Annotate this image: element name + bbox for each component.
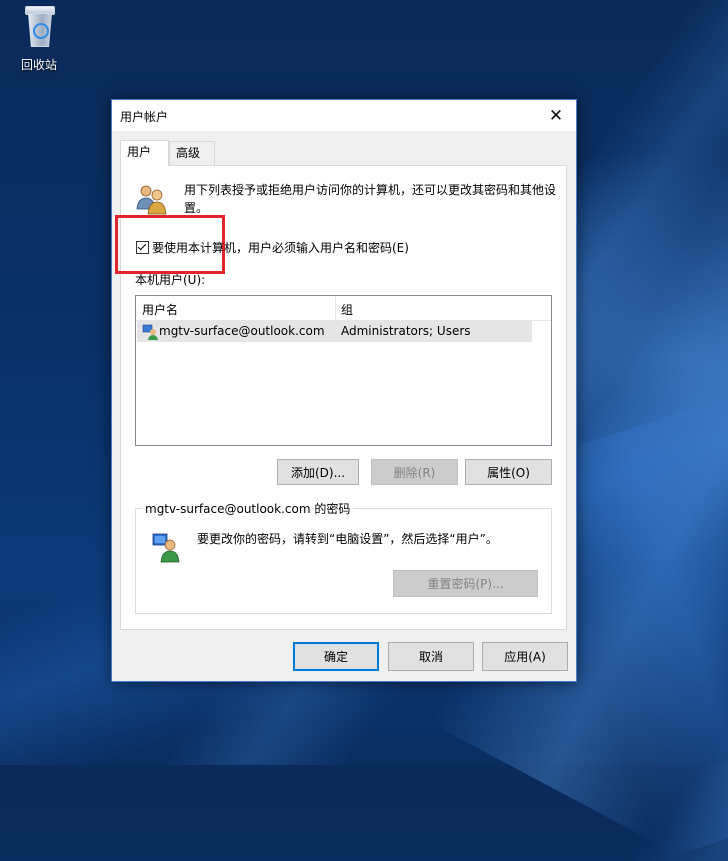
password-group-legend: mgtv-surface@outlook.com 的密码 [142, 500, 354, 517]
require-login-label[interactable]: 要使用本计算机，用户必须输入用户名和密码(E) [152, 239, 409, 256]
close-icon: ✕ [548, 105, 564, 126]
dialog-title: 用户帐户 [120, 110, 169, 124]
users-list[interactable]: 用户名 组 mgtv-surface@outlook.com Administr… [135, 295, 552, 446]
ok-button[interactable]: 确定 [293, 642, 379, 671]
user-account-icon [142, 324, 158, 340]
require-login-checkbox[interactable] [136, 241, 149, 254]
title-bar[interactable]: 用户帐户 ✕ [112, 100, 576, 131]
apply-button[interactable]: 应用(A) [482, 642, 568, 671]
users-list-label: 本机用户(U): [135, 273, 206, 287]
add-user-button[interactable]: 添加(D)... [277, 459, 359, 485]
reset-password-button[interactable]: 重置密码(P)... [393, 570, 538, 597]
cancel-button[interactable]: 取消 [388, 642, 474, 671]
tab-advanced[interactable]: 高级 [169, 141, 215, 165]
table-row[interactable]: mgtv-surface@outlook.com Administrators;… [137, 321, 532, 342]
users-icon [136, 185, 167, 215]
column-header-username[interactable]: 用户名 [142, 301, 178, 318]
recycle-bin-label: 回收站 [20, 58, 57, 72]
recycle-bin-desktop-icon[interactable]: 回收站 [12, 4, 66, 73]
remove-user-button[interactable]: 删除(R) [371, 459, 458, 485]
recycle-bin-icon [19, 4, 59, 50]
password-groupbox [135, 508, 552, 614]
properties-button[interactable]: 属性(O) [465, 459, 552, 485]
user-password-icon [152, 533, 180, 563]
intro-text: 用下列表授予或拒绝用户访问你的计算机，还可以更改其密码和其他设置。 [184, 183, 557, 215]
row-username: mgtv-surface@outlook.com [159, 324, 325, 338]
column-header-group[interactable]: 组 [341, 301, 353, 318]
tab-users[interactable]: 用户 [120, 140, 169, 166]
row-group: Administrators; Users [341, 324, 471, 338]
close-button[interactable]: ✕ [536, 100, 576, 131]
users-list-header: 用户名 组 [136, 296, 551, 321]
password-info-text: 要更改你的密码，请转到“电脑设置”，然后选择“用户”。 [197, 532, 498, 546]
user-accounts-dialog: 用户帐户 ✕ 高级 用户 用下列表授予或拒绝用户访问你的计算机，还可以更改其密码… [111, 99, 577, 682]
